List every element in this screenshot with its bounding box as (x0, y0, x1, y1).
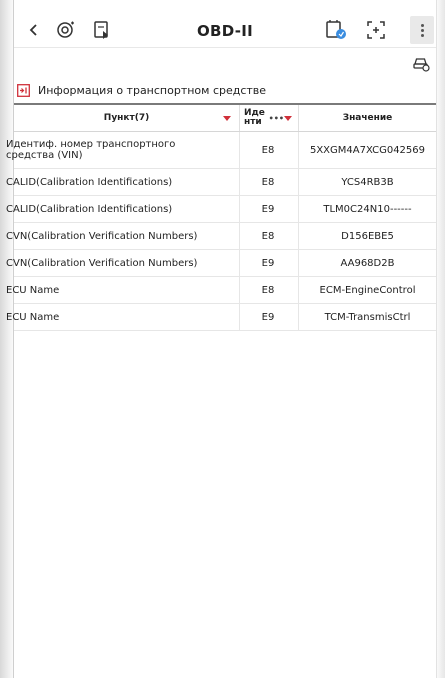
table-row[interactable]: CALID(Calibration Identifications) E8 YC… (6, 169, 436, 196)
column-header-value[interactable]: Значение (299, 105, 436, 131)
cell-id: E9 (261, 203, 275, 215)
cell-value: TCM-TransmisCtrl (324, 311, 411, 323)
cell-id: E8 (261, 230, 275, 242)
cell-value: YCS4RB3B (341, 176, 394, 188)
table-row[interactable]: ECU Name E9 TCM-TransmisCtrl (6, 304, 436, 331)
cell-item: CALID(Calibration Identifications) (6, 203, 173, 215)
cell-item: ECU Name (6, 311, 60, 323)
cell-item: CVN(Calibration Verification Numbers) (6, 230, 198, 242)
table-header: Пункт(7) Иде нти ••• Значение (14, 103, 436, 132)
table-row[interactable]: CVN(Calibration Verification Numbers) E8… (6, 223, 436, 250)
report-icon (326, 20, 346, 39)
report-button[interactable] (322, 16, 350, 44)
section-title: Информация о транспортном средстве (38, 83, 267, 97)
obd-screen: OBD-II Информация о транспортном средств… (6, 0, 436, 678)
column-header-item[interactable]: Пункт(7) (14, 105, 239, 131)
cell-id: E8 (261, 284, 275, 296)
cell-value: ECM-EngineControl (319, 284, 416, 296)
device-edge-right (437, 0, 445, 678)
section-info-icon (17, 83, 30, 97)
section-header: Информация о транспортном средстве (17, 82, 266, 98)
cell-item: ECU Name (6, 284, 60, 296)
sort-icon (223, 115, 231, 121)
cell-id: E9 (261, 311, 275, 323)
cell-item: CVN(Calibration Verification Numbers) (6, 257, 198, 269)
more-button[interactable] (410, 16, 434, 44)
cell-id: E8 (261, 176, 275, 188)
cell-item: CALID(Calibration Identifications) (6, 176, 173, 188)
screenshot-button[interactable] (362, 16, 390, 44)
table-row[interactable]: ECU Name E8 ECM-EngineControl (6, 277, 436, 304)
vehicle-info-table: Пункт(7) Иде нти ••• Значение Идентиф. н… (6, 103, 436, 331)
cell-item: Идентиф. номер транспортного (6, 139, 176, 150)
device-edge-right-line (436, 0, 437, 678)
table-row[interactable]: CALID(Calibration Identifications) E9 TL… (6, 196, 436, 223)
table-row[interactable]: CVN(Calibration Verification Numbers) E9… (6, 250, 436, 277)
screenshot-icon (367, 21, 385, 39)
cell-item: средства (VIN) (6, 150, 83, 161)
car-search-icon[interactable] (412, 54, 430, 72)
cell-id: E8 (261, 144, 275, 156)
sort-icon (284, 116, 292, 121)
column-header-id[interactable]: Иде нти ••• (240, 105, 298, 131)
device-edge-left (0, 0, 13, 678)
more-icon (420, 22, 424, 39)
topbar-divider (14, 47, 436, 48)
column-options-icon: ••• (268, 114, 284, 123)
table-row[interactable]: Идентиф. номер транспортного средства (V… (6, 132, 436, 169)
cell-value: AA968D2B (340, 257, 395, 269)
cell-value: TLM0C24N10------ (323, 203, 412, 215)
top-bar: OBD-II (14, 10, 436, 50)
cell-value: 5XXGM4A7XCG042569 (309, 144, 426, 156)
cell-value: D156EBE5 (341, 230, 394, 242)
cell-id: E9 (261, 257, 275, 269)
